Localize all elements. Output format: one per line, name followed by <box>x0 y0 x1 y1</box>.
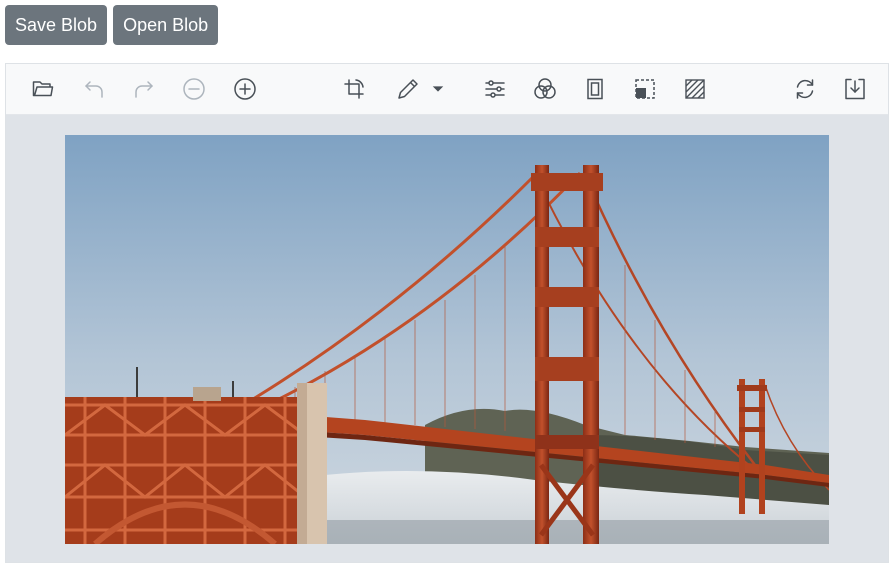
open-blob-button[interactable]: Open Blob <box>113 5 219 45</box>
filters-icon[interactable] <box>532 76 558 102</box>
image-editor <box>5 63 889 563</box>
dropdown-caret-icon[interactable] <box>430 76 446 102</box>
reset-icon[interactable] <box>792 76 818 102</box>
bridge-photo[interactable] <box>65 135 829 544</box>
top-button-bar: Save Blob Open Blob <box>5 5 219 45</box>
canvas-area[interactable] <box>6 115 888 562</box>
frame-icon[interactable] <box>582 76 608 102</box>
save-blob-button[interactable]: Save Blob <box>5 5 108 45</box>
fill-pattern-icon[interactable] <box>682 76 708 102</box>
zoom-in-icon[interactable] <box>232 76 258 102</box>
redact-icon[interactable] <box>632 76 658 102</box>
open-icon[interactable] <box>30 76 56 102</box>
crop-icon[interactable] <box>341 76 367 102</box>
zoom-out-icon[interactable] <box>181 76 207 102</box>
redo-icon[interactable] <box>131 76 157 102</box>
adjust-sliders-icon[interactable] <box>482 76 508 102</box>
save-download-icon[interactable] <box>842 76 868 102</box>
editor-toolbar <box>6 64 888 115</box>
annotate-pen-icon[interactable] <box>395 76 421 102</box>
undo-icon[interactable] <box>81 76 107 102</box>
